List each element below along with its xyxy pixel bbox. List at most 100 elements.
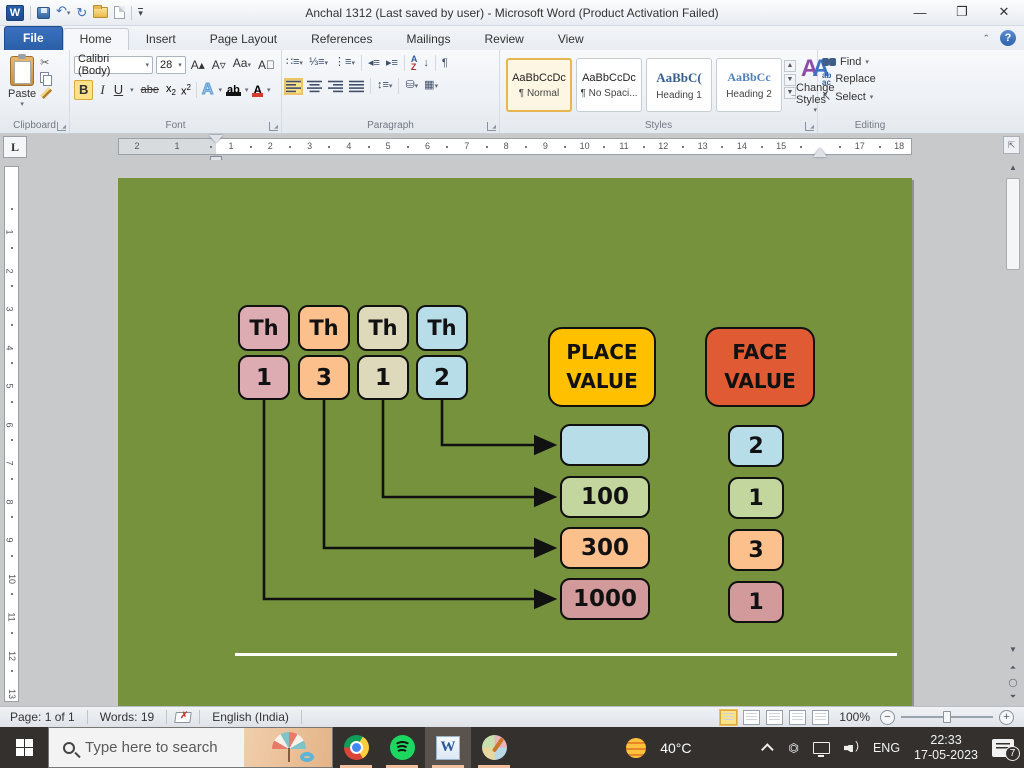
- print-layout-view-icon[interactable]: [720, 710, 737, 725]
- tab-view[interactable]: View: [541, 28, 601, 50]
- tab-references[interactable]: References: [294, 28, 389, 50]
- tab-file[interactable]: File: [4, 26, 63, 50]
- help-button[interactable]: ?: [1000, 30, 1016, 46]
- font-name-combo[interactable]: Calibri (Body)▾: [74, 56, 153, 74]
- language-status[interactable]: English (India): [208, 710, 293, 724]
- restore-button[interactable]: ❐: [948, 3, 976, 21]
- right-indent-marker[interactable]: [813, 141, 827, 157]
- tab-page-layout[interactable]: Page Layout: [193, 28, 294, 50]
- style-no-spacing[interactable]: AaBbCcDc ¶ No Spaci...: [576, 58, 642, 112]
- scroll-up-icon[interactable]: ▲: [1005, 160, 1021, 176]
- network-icon[interactable]: [813, 742, 830, 754]
- collapse-ribbon-icon[interactable]: ⌃: [982, 33, 990, 44]
- web-layout-view-icon[interactable]: [766, 710, 783, 725]
- format-painter-icon[interactable]: [40, 87, 52, 99]
- decrease-indent-icon[interactable]: ◂≡: [368, 55, 380, 71]
- clear-formatting-icon[interactable]: A⃠: [256, 56, 277, 74]
- select-button[interactable]: ↖ Select▾: [822, 90, 918, 103]
- align-right-icon[interactable]: [328, 80, 343, 93]
- show-hide-pilcrow-icon[interactable]: ¶: [442, 55, 448, 71]
- underline-button[interactable]: U: [112, 81, 125, 99]
- align-left-icon[interactable]: [286, 80, 301, 93]
- outline-view-icon[interactable]: [789, 710, 806, 725]
- find-button[interactable]: Find▾: [822, 56, 918, 68]
- zoom-slider[interactable]: [901, 716, 993, 718]
- styles-scroll-up-icon[interactable]: ▲: [784, 60, 796, 72]
- previous-page-icon[interactable]: ⏶: [1005, 660, 1021, 676]
- font-size-combo[interactable]: 28▾: [156, 56, 186, 74]
- subscript-button[interactable]: x2: [166, 83, 176, 97]
- proofing-icon[interactable]: [174, 712, 192, 723]
- grow-font-icon[interactable]: A▴: [189, 56, 207, 74]
- style-heading1[interactable]: AaBbC( Heading 1: [646, 58, 712, 112]
- font-dialog-launcher[interactable]: [269, 122, 278, 131]
- tray-expand-icon[interactable]: [761, 743, 774, 756]
- clipboard-dialog-launcher[interactable]: [57, 122, 66, 131]
- strikethrough-button[interactable]: abe: [139, 81, 161, 99]
- tray-app-icon[interactable]: ⏣: [788, 741, 798, 755]
- start-button[interactable]: [0, 727, 48, 768]
- zoom-out-icon[interactable]: −: [880, 710, 895, 725]
- text-effects-icon[interactable]: A: [202, 81, 214, 99]
- justify-icon[interactable]: [349, 80, 364, 93]
- scrollbar-thumb[interactable]: [1006, 178, 1020, 270]
- ruler-toggle-icon[interactable]: ⇱: [1003, 136, 1020, 154]
- page-count[interactable]: Page: 1 of 1: [6, 710, 79, 724]
- weather-icon[interactable]: [626, 738, 646, 758]
- styles-dialog-launcher[interactable]: [805, 122, 814, 131]
- style-heading2[interactable]: AaBbCc Heading 2: [716, 58, 782, 112]
- volume-icon[interactable]: [844, 742, 859, 754]
- superscript-button[interactable]: x2: [181, 83, 191, 98]
- numbering-icon[interactable]: ⅓≡▾: [309, 54, 328, 72]
- paste-dropdown-icon[interactable]: ▾: [20, 100, 24, 108]
- word-count[interactable]: Words: 19: [96, 710, 158, 724]
- cut-icon[interactable]: ✂: [40, 57, 52, 69]
- paragraph-dialog-launcher[interactable]: [487, 122, 496, 131]
- shading-icon[interactable]: ⛁▾: [405, 77, 418, 95]
- close-button[interactable]: ✕: [990, 3, 1018, 21]
- temperature[interactable]: 40°C: [660, 740, 691, 756]
- styles-scroll-down-icon[interactable]: ▼: [784, 74, 796, 86]
- vertical-ruler[interactable]: 12345678910111213: [4, 166, 19, 702]
- bullets-icon[interactable]: ∷≡▾: [286, 54, 303, 72]
- clock[interactable]: 22:33 17-05-2023: [914, 733, 978, 763]
- multilevel-list-icon[interactable]: ⋮≡▾: [334, 54, 355, 72]
- zoom-level[interactable]: 100%: [835, 710, 874, 724]
- sort-icon[interactable]: AZ: [411, 55, 418, 71]
- highlight-color-icon[interactable]: ab: [227, 84, 240, 96]
- style-normal[interactable]: AaBbCcDc ¶ Normal: [506, 58, 572, 112]
- taskbar-spotify-icon[interactable]: [379, 727, 425, 768]
- increase-indent-icon[interactable]: ▸≡: [386, 55, 398, 71]
- horizontal-ruler[interactable]: 211234567891011121314151718: [118, 138, 912, 155]
- tab-insert[interactable]: Insert: [129, 28, 193, 50]
- zoom-slider-thumb[interactable]: [943, 711, 951, 723]
- styles-more-icon[interactable]: ▼̲: [784, 87, 796, 99]
- copy-icon[interactable]: [40, 72, 51, 84]
- tab-home[interactable]: Home: [63, 28, 129, 50]
- zoom-in-icon[interactable]: +: [999, 710, 1014, 725]
- taskbar-chrome-icon[interactable]: [333, 727, 379, 768]
- input-language[interactable]: ENG: [873, 741, 900, 755]
- replace-button[interactable]: abac Replace: [822, 72, 918, 86]
- scroll-down-icon[interactable]: ▼: [1005, 642, 1021, 658]
- tab-mailings[interactable]: Mailings: [389, 28, 467, 50]
- taskbar-search[interactable]: Type here to search: [48, 727, 333, 768]
- paste-button[interactable]: Paste ▾: [4, 54, 40, 117]
- align-center-icon[interactable]: [307, 80, 322, 93]
- font-color-icon[interactable]: A: [253, 83, 262, 97]
- tab-stop-selector[interactable]: L: [3, 136, 27, 158]
- bold-button[interactable]: B: [74, 80, 93, 100]
- line-spacing-icon[interactable]: ↕≡▾: [377, 77, 392, 95]
- minimize-button[interactable]: —: [906, 3, 934, 21]
- shrink-font-icon[interactable]: A▿: [210, 56, 228, 74]
- taskbar-paint-icon[interactable]: [471, 727, 517, 768]
- change-case-icon[interactable]: Aa▾: [231, 54, 253, 75]
- taskbar-word-icon[interactable]: W: [425, 727, 471, 768]
- borders-icon[interactable]: ▦▾: [424, 77, 438, 95]
- document-page[interactable]: Th Th Th Th 1 3 1 2 PLACE VALUE FACE VAL…: [118, 178, 912, 706]
- vertical-scrollbar[interactable]: ▲ ▼ ⏶ ◯ ⏷: [1005, 160, 1022, 706]
- fullscreen-reading-view-icon[interactable]: [743, 710, 760, 725]
- notification-center-icon[interactable]: 7: [992, 739, 1014, 757]
- draft-view-icon[interactable]: [812, 710, 829, 725]
- next-page-icon[interactable]: ⏷: [1005, 689, 1021, 705]
